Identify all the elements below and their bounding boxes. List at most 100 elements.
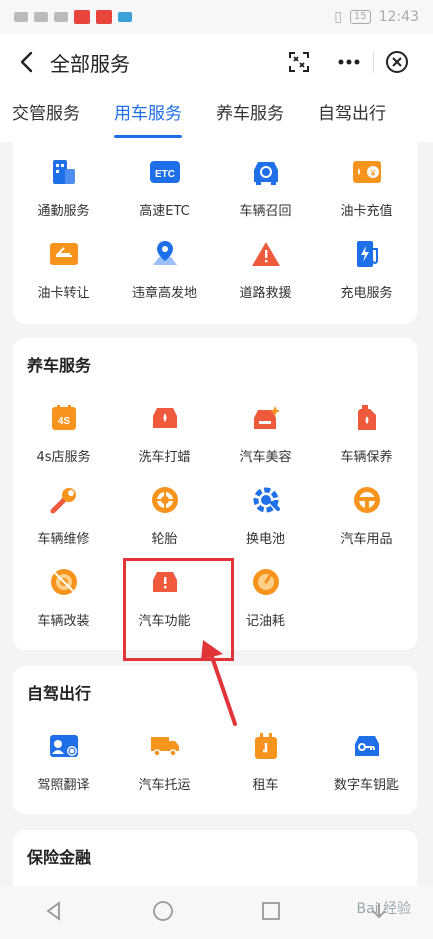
card-transfer-icon [46,236,82,272]
service-label: 通勤服务 [37,204,90,219]
close-button[interactable] [374,44,422,80]
building-icon [46,154,82,190]
scan-icon [289,52,309,72]
rent-car-icon [248,728,284,764]
battery-swap-icon [248,482,284,518]
wrench-icon [46,482,82,518]
warning-icon [248,236,284,272]
watermark: Bai 经验 [356,901,411,917]
service-label: 数字车钥匙 [333,778,399,793]
service-label: 油卡充值 [340,204,393,219]
service-car-rental[interactable]: 租车 [215,722,316,804]
svg-text:4S: 4S [57,416,70,427]
service-road-rescue[interactable]: 道路救援 [215,230,316,312]
app-notification-icon [118,12,132,22]
capsule-menu [325,44,421,80]
car-key-icon [349,728,385,764]
service-label: 车辆改装 [37,614,90,629]
service-list[interactable]: 通勤服务 ETC 高速ETC 车辆召回 ¥ 油卡充值 油卡转让 违章高发地 道路… [0,142,433,886]
app-notification-icon [96,10,112,24]
more-icon [338,59,360,65]
status-time: 12:43 [378,9,419,25]
service-label: 轮胎 [151,532,178,547]
truck-icon [147,728,183,764]
service-car-shipping[interactable]: 汽车托运 [114,722,215,804]
battery-indicator: 15 [349,10,371,24]
car-use-card: 通勤服务 ETC 高速ETC 车辆召回 ¥ 油卡充值 油卡转让 违章高发地 道路… [13,142,417,324]
service-vehicle-maintenance[interactable]: 车辆保养 [316,394,417,476]
car-beauty-icon [248,400,284,436]
circle-home-icon [152,900,173,921]
annotation-arrow-icon [201,640,237,726]
service-car-beauty[interactable]: 汽车美容 [215,394,316,476]
service-vehicle-repair[interactable]: 车辆维修 [13,476,114,558]
service-label: 车辆保养 [340,450,393,465]
service-vehicle-recall[interactable]: 车辆召回 [215,148,316,230]
page-title: 全部服务 [50,51,130,76]
status-icons [14,10,132,24]
steering-wheel-icon [349,482,385,518]
tire-icon [147,482,183,518]
service-tires[interactable]: 轮胎 [114,476,215,558]
triangle-back-icon [46,900,60,921]
service-label: 驾照翻译 [37,778,90,793]
service-car-accessories[interactable]: 汽车用品 [316,476,417,558]
charging-icon [349,236,385,272]
service-4s-store[interactable]: 4S 4s店服务 [13,394,114,476]
nav-back-button[interactable] [44,900,64,925]
more-button[interactable] [325,44,373,80]
section-title: 自驾出行 [27,684,92,703]
service-fuel-card-transfer[interactable]: 油卡转让 [13,230,114,312]
service-tabs: 交管服务 用车服务 养车服务 自驾出行 [0,90,433,142]
service-commute[interactable]: 通勤服务 [13,148,114,230]
service-label: 车辆维修 [37,532,90,547]
service-label: 汽车美容 [239,450,292,465]
service-label: 汽车用品 [340,532,393,547]
service-label: 记油耗 [245,614,285,629]
service-license-translation[interactable]: 驾照翻译 [13,722,114,804]
service-label: 租车 [252,778,279,793]
service-vehicle-modification[interactable]: 车辆改装 [13,558,114,640]
etc-icon: ETC [147,154,183,190]
scan-button[interactable] [281,44,317,80]
tab-traffic-services[interactable]: 交管服务 [12,90,80,142]
vibrate-icon: ▯ [334,9,342,25]
service-label: 充电服务 [340,286,393,301]
service-label: 道路救援 [239,286,292,301]
service-violation-hotspots[interactable]: 违章高发地 [114,230,215,312]
service-etc[interactable]: ETC 高速ETC [114,148,215,230]
back-button[interactable] [8,44,44,80]
car-mod-icon [46,564,82,600]
service-label: 高速ETC [139,204,190,219]
fuel-card-icon: ¥ [349,154,385,190]
chevron-left-icon [20,51,33,73]
car-wash-icon [147,400,183,436]
map-pin-icon [147,236,183,272]
svg-text:¥: ¥ [369,168,376,178]
wifi-icon [54,12,68,22]
svg-text:ETC: ETC [155,169,175,180]
service-digital-car-key[interactable]: 数字车钥匙 [316,722,417,804]
tab-car-use-services[interactable]: 用车服务 [114,90,182,142]
service-car-wash[interactable]: 洗车打蜡 [114,394,215,476]
nav-home-button[interactable] [152,900,174,926]
service-fuel-card-topup[interactable]: ¥ 油卡充值 [316,148,417,230]
car-recall-icon [248,154,284,190]
service-battery-swap[interactable]: 换电池 [215,476,316,558]
license-icon [46,728,82,764]
close-icon [386,51,409,73]
nav-recents-button[interactable] [261,901,281,925]
tab-maintenance-services[interactable]: 养车服务 [216,90,284,142]
oil-can-icon [349,400,385,436]
service-label: 换电池 [245,532,285,547]
service-charging[interactable]: 充电服务 [316,230,417,312]
section-title: 保险金融 [27,848,92,867]
square-recents-icon [262,901,281,920]
tab-self-drive[interactable]: 自驾出行 [318,90,386,142]
service-label: 违章高发地 [131,286,197,301]
calendar-4s-icon: 4S [46,400,82,436]
app-notification-icon [74,10,90,24]
service-label: 汽车托运 [138,778,191,793]
app-header: 全部服务 [0,34,433,90]
service-label: 洗车打蜡 [138,450,191,465]
